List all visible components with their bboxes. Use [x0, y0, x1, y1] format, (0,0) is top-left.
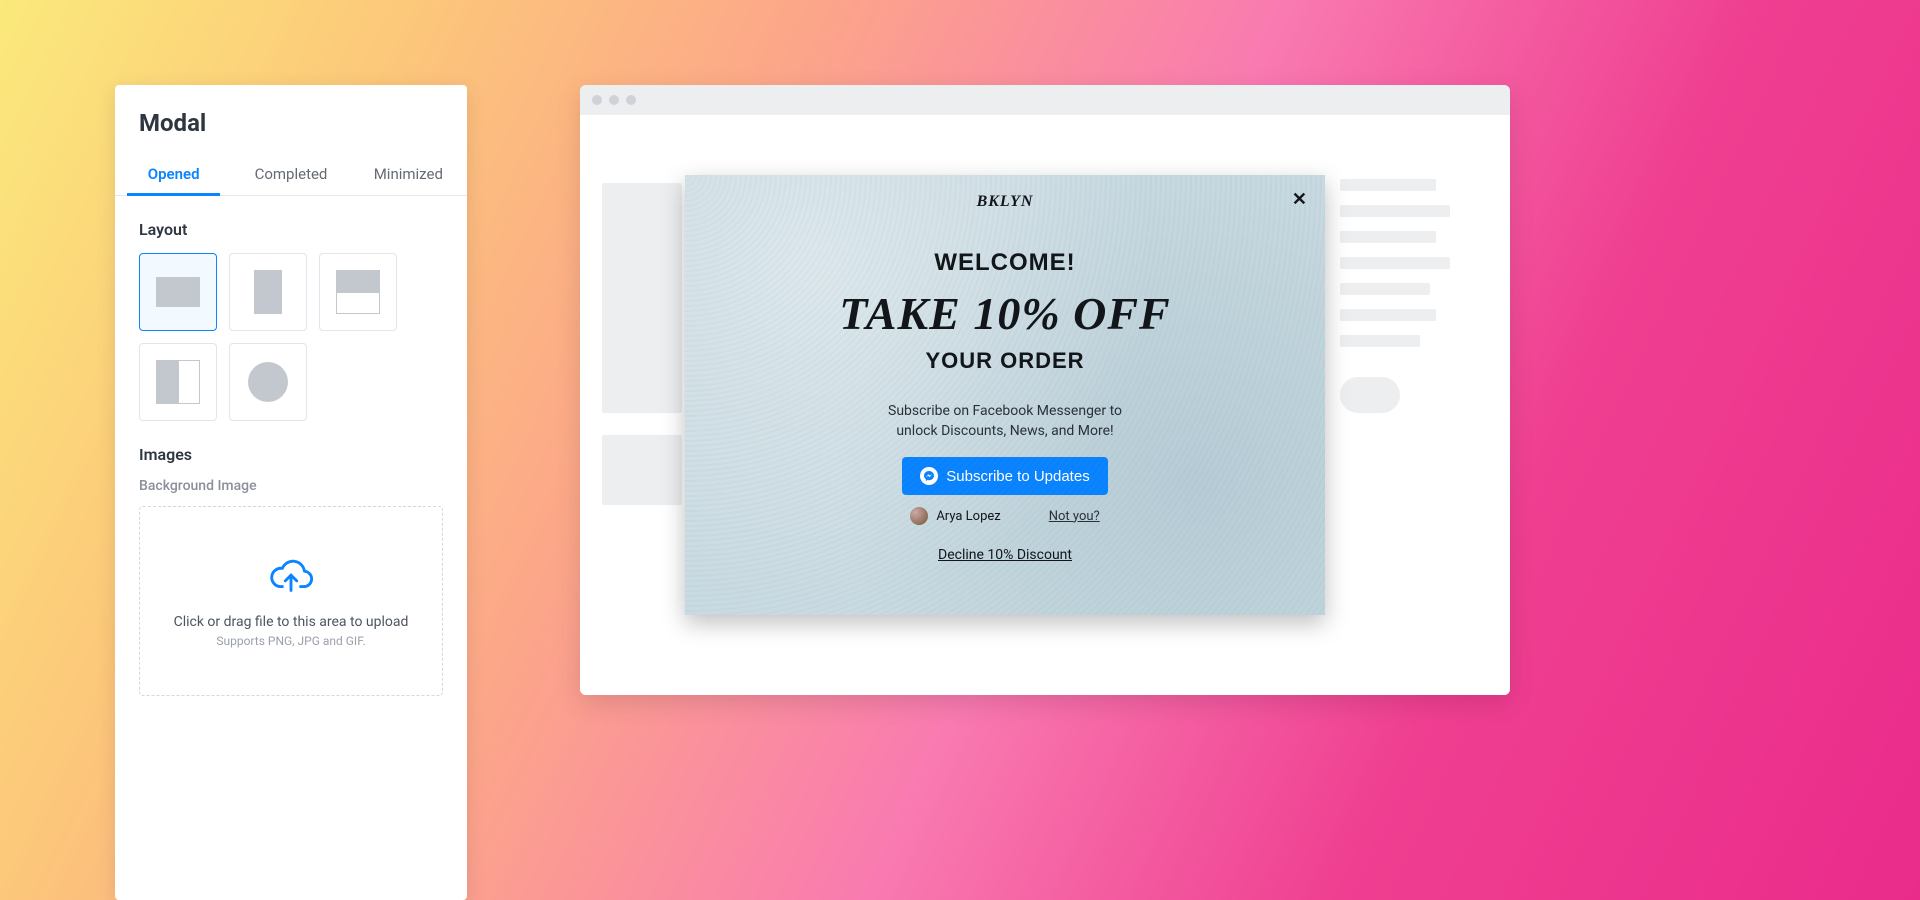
background-image-dropzone[interactable]: Click or drag file to this area to uploa… [139, 506, 443, 696]
tab-minimized[interactable]: Minimized [350, 153, 467, 195]
placeholder-block [602, 435, 682, 505]
user-name: Arya Lopez [936, 509, 1000, 524]
editor-panel: Modal Opened Completed Minimized Layout … [115, 85, 467, 900]
layout-option-split-vertical[interactable] [139, 343, 217, 421]
placeholder-block [1340, 179, 1436, 191]
placeholder-block [1340, 205, 1450, 217]
offer-heading: TAKE 10% OFF [839, 287, 1171, 340]
messenger-icon [920, 467, 938, 485]
layout-option-portrait[interactable] [229, 253, 307, 331]
not-you-link[interactable]: Not you? [1049, 509, 1100, 524]
dropzone-subtext: Supports PNG, JPG and GIF. [216, 634, 365, 648]
avatar [910, 507, 928, 525]
browser-preview: BKLYN ✕ WELCOME! TAKE 10% OFF YOUR ORDER… [580, 85, 1510, 695]
window-dot-icon [609, 95, 619, 105]
layout-heading: Layout [115, 196, 467, 253]
placeholder-block [1340, 231, 1436, 243]
subscribe-button-label: Subscribe to Updates [946, 468, 1089, 485]
window-dot-icon [626, 95, 636, 105]
layout-option-landscape[interactable] [139, 253, 217, 331]
thumb-split-horizontal-icon [336, 270, 380, 314]
modal-preview: BKLYN ✕ WELCOME! TAKE 10% OFF YOUR ORDER… [685, 175, 1325, 615]
layout-option-split-horizontal[interactable] [319, 253, 397, 331]
cloud-upload-icon [268, 554, 314, 600]
decline-link[interactable]: Decline 10% Discount [938, 547, 1072, 563]
tab-opened[interactable]: Opened [115, 153, 232, 195]
panel-tabs: Opened Completed Minimized [115, 153, 467, 196]
user-row: Arya Lopez Not you? [910, 507, 1099, 525]
subscribe-button[interactable]: Subscribe to Updates [902, 457, 1107, 495]
close-icon[interactable]: ✕ [1292, 189, 1307, 210]
layout-options [115, 253, 467, 421]
browser-chrome-bar [580, 85, 1510, 115]
placeholder-pill [1340, 377, 1400, 413]
panel-title: Modal [115, 109, 467, 153]
thumb-circle-icon [248, 362, 288, 402]
browser-body: BKLYN ✕ WELCOME! TAKE 10% OFF YOUR ORDER… [580, 115, 1510, 695]
placeholder-block [602, 183, 682, 413]
thumb-landscape-icon [156, 277, 200, 307]
brand-logo: BKLYN [977, 193, 1034, 211]
thumb-portrait-icon [254, 270, 282, 314]
placeholder-block [1340, 257, 1450, 269]
placeholder-block [1340, 283, 1430, 295]
subscribe-line-2: unlock Discounts, News, and More! [896, 423, 1113, 439]
tab-completed[interactable]: Completed [232, 153, 349, 195]
layout-option-circle[interactable] [229, 343, 307, 421]
welcome-heading: WELCOME! [934, 249, 1075, 277]
subscribe-description: Subscribe on Facebook Messenger to unloc… [888, 402, 1122, 441]
your-order-heading: YOUR ORDER [925, 348, 1084, 374]
dropzone-text: Click or drag file to this area to uploa… [174, 614, 409, 630]
images-sub-label: Background Image [115, 478, 467, 506]
window-dot-icon [592, 95, 602, 105]
placeholder-block [1340, 309, 1436, 321]
thumb-split-vertical-icon [156, 360, 200, 404]
placeholder-block [1340, 335, 1420, 347]
images-heading: Images [115, 421, 467, 478]
subscribe-line-1: Subscribe on Facebook Messenger to [888, 403, 1122, 419]
